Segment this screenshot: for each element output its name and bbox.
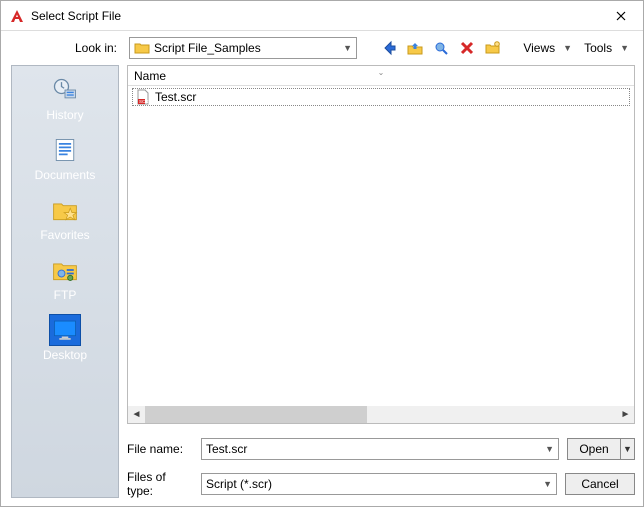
up-one-level-button[interactable] <box>405 38 425 58</box>
bottom-form: File name: Test.scr ▼ Open ▼ Files of ty… <box>127 424 635 498</box>
lookin-value: Script File_Samples <box>154 41 339 55</box>
titlebar: Select Script File <box>1 1 643 31</box>
place-history[interactable]: History <box>12 74 118 122</box>
place-ftp[interactable]: FTP <box>12 254 118 302</box>
filetype-combo[interactable]: Script (*.scr) ▼ <box>201 473 557 495</box>
file-list[interactable]: SCR Test.scr <box>128 86 634 406</box>
desktop-icon <box>49 314 81 346</box>
place-label: Desktop <box>43 348 87 362</box>
search-web-button[interactable] <box>431 38 451 58</box>
scroll-track[interactable] <box>145 406 617 423</box>
place-desktop[interactable]: Desktop <box>12 314 118 362</box>
lookin-label: Look in: <box>1 41 123 55</box>
history-icon <box>49 74 81 106</box>
place-label: History <box>46 108 83 122</box>
place-label: Favorites <box>40 228 89 242</box>
file-name: Test.scr <box>155 90 196 104</box>
close-button[interactable] <box>599 1 643 31</box>
chevron-down-icon[interactable]: ▼ <box>561 43 578 53</box>
open-splitbutton[interactable]: Open ▼ <box>567 438 635 460</box>
window-title: Select Script File <box>31 9 599 23</box>
tools-menu[interactable]: Tools <box>582 41 614 55</box>
script-file-icon: SCR <box>135 89 151 105</box>
chevron-down-icon[interactable]: ▼ <box>618 43 635 53</box>
file-listing: ⌄ Name SCR Test.scr ◄ <box>127 65 635 424</box>
open-dropdown-button[interactable]: ▼ <box>621 438 635 460</box>
chevron-down-icon[interactable]: ▼ <box>541 444 554 454</box>
place-label: Documents <box>35 168 96 182</box>
lookin-combo[interactable]: Script File_Samples ▼ <box>129 37 357 59</box>
cancel-button[interactable]: Cancel <box>565 473 635 495</box>
chevron-down-icon: ▼ <box>343 43 352 53</box>
favorites-icon <box>49 194 81 226</box>
documents-icon <box>49 134 81 166</box>
place-label: FTP <box>54 288 77 302</box>
svg-text:SCR: SCR <box>139 99 149 104</box>
scroll-right-button[interactable]: ► <box>617 406 634 423</box>
toolbar-right: Views ▼ Tools ▼ <box>521 41 635 55</box>
back-button[interactable] <box>379 38 399 58</box>
main-area: History Documents Favorites <box>1 65 643 506</box>
filename-label: File name: <box>127 442 193 456</box>
places-sidebar: History Documents Favorites <box>11 65 119 498</box>
new-folder-button[interactable] <box>483 38 503 58</box>
ftp-icon <box>49 254 81 286</box>
filetype-label: Files of type: <box>127 470 193 498</box>
place-favorites[interactable]: Favorites <box>12 194 118 242</box>
delete-button[interactable] <box>457 38 477 58</box>
right-panel: ⌄ Name SCR Test.scr ◄ <box>127 65 635 498</box>
lookin-toolbar: Look in: Script File_Samples ▼ <box>1 31 643 65</box>
filetype-value: Script (*.scr) <box>206 477 539 491</box>
views-menu[interactable]: Views <box>521 41 557 55</box>
filename-value: Test.scr <box>206 442 541 456</box>
open-button[interactable]: Open <box>567 438 621 460</box>
place-documents[interactable]: Documents <box>12 134 118 182</box>
chevron-down-icon[interactable]: ▼ <box>539 479 552 489</box>
filename-combo[interactable]: Test.scr ▼ <box>201 438 559 460</box>
folder-icon <box>134 40 150 56</box>
scroll-left-button[interactable]: ◄ <box>128 406 145 423</box>
scroll-thumb[interactable] <box>145 406 367 423</box>
app-icon <box>9 8 25 24</box>
sort-indicator-icon: ⌄ <box>378 68 385 77</box>
column-name[interactable]: Name <box>134 69 166 83</box>
horizontal-scrollbar[interactable]: ◄ ► <box>128 406 634 423</box>
file-row[interactable]: SCR Test.scr <box>132 88 630 106</box>
